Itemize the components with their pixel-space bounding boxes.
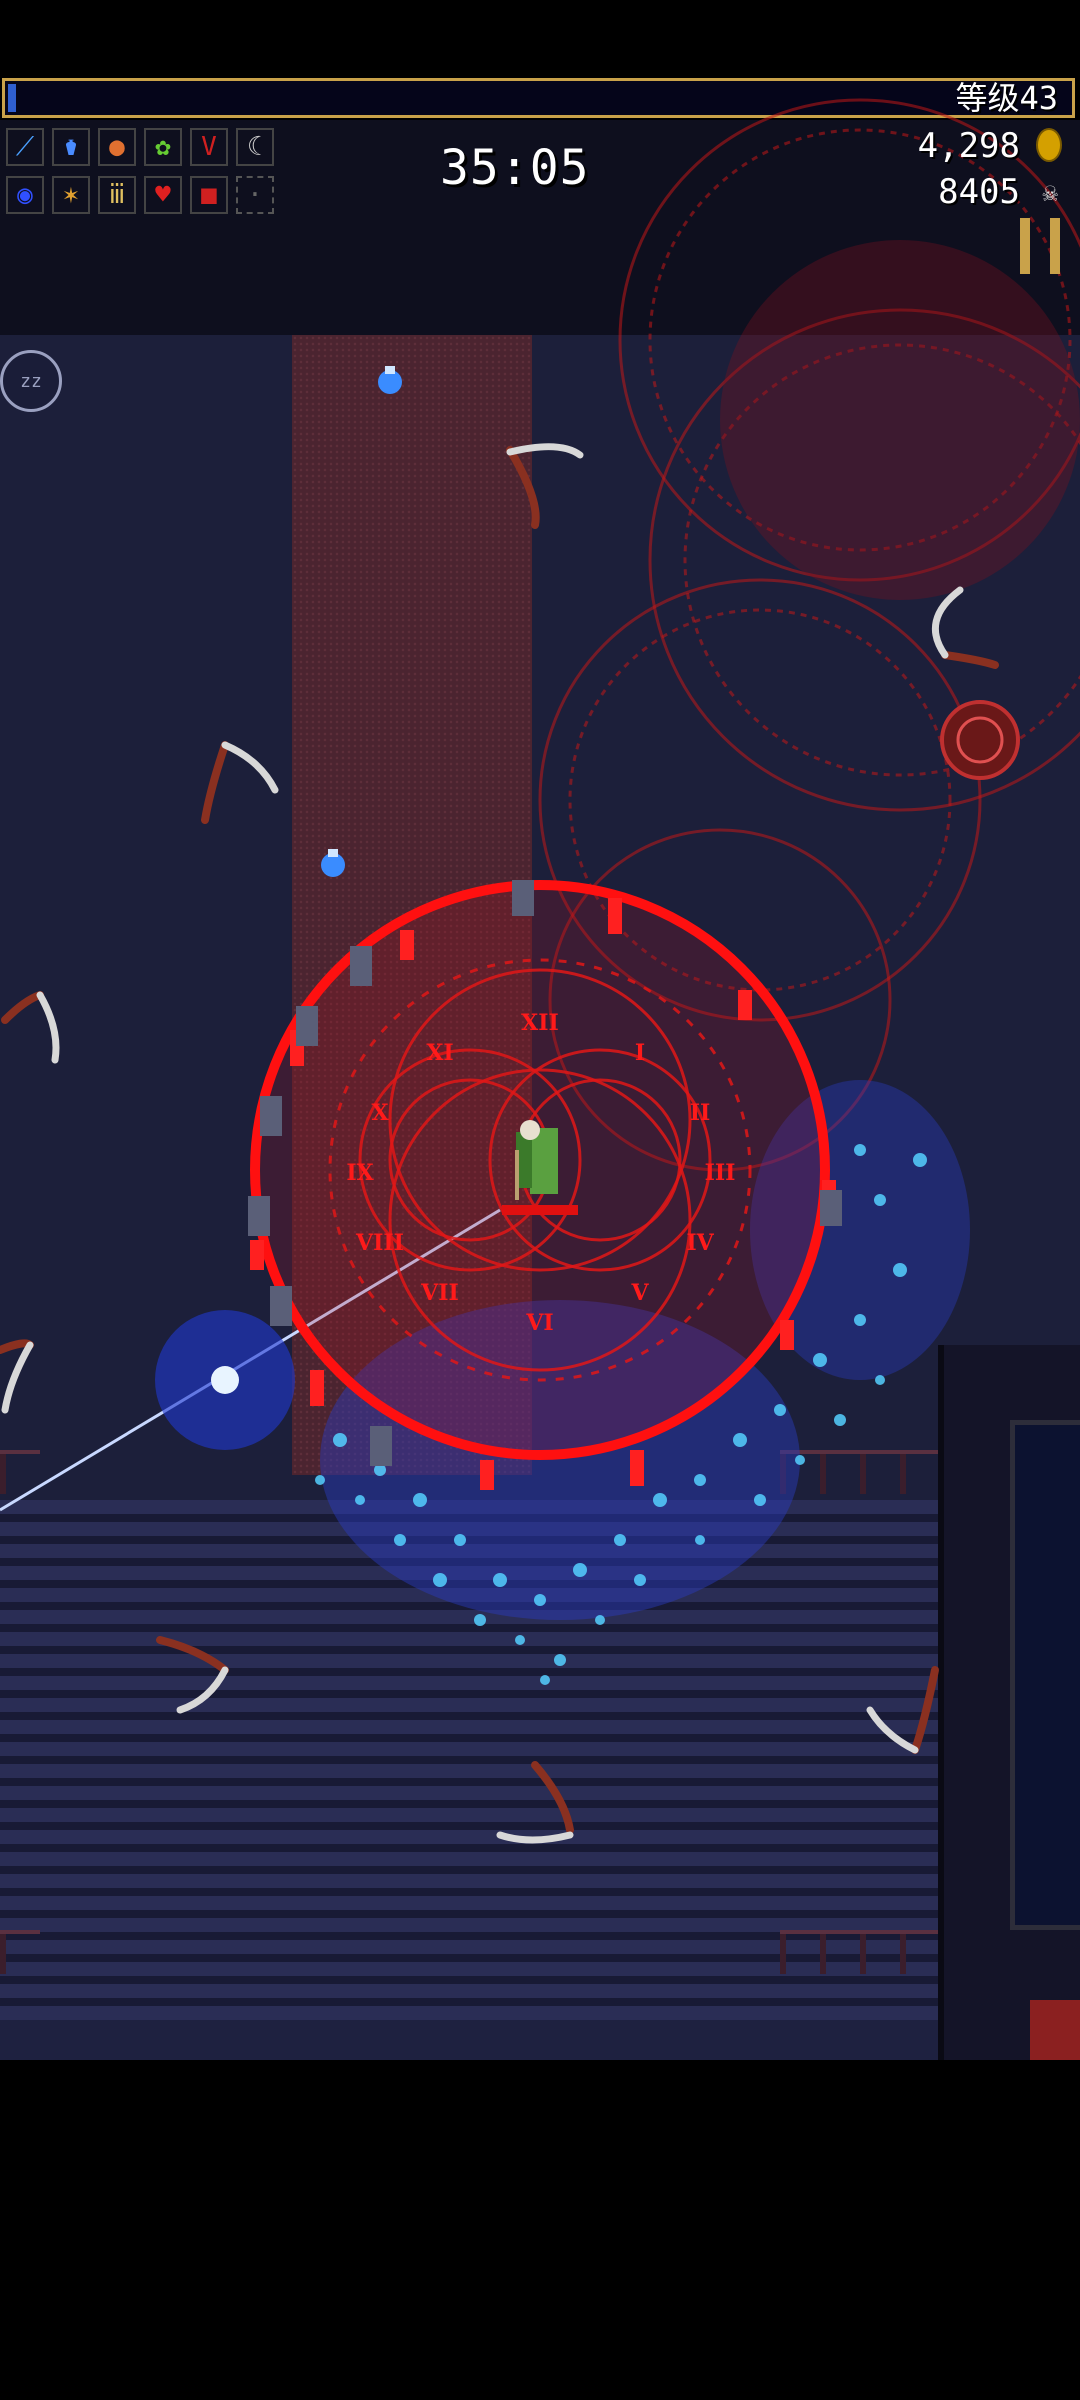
scythe-3 (201, 741, 279, 824)
effects-layer: XIIIII IIIIVV VIVIIVIII IXXXI (0, 98, 1080, 1844)
svg-text:III: III (705, 1160, 736, 1186)
spellbinder-icon: V (190, 128, 228, 166)
auto-aim-toggle-button[interactable]: zz (0, 350, 62, 412)
pummarola-icon: ✶ (52, 176, 90, 214)
scythe-4 (1, 991, 60, 1064)
survival-timer: 35:05 (440, 140, 590, 196)
svg-text:V: V (630, 1280, 649, 1306)
player-character (515, 1120, 558, 1200)
svg-text:XI: XI (426, 1040, 453, 1066)
scythe-5 (0, 1339, 34, 1414)
weapon-slots-row: ⟋ ⚱ ● ✿ V ☾ (6, 128, 274, 166)
svg-text:VI: VI (525, 1310, 553, 1336)
scythe-6 (156, 1636, 229, 1714)
blue-potion-pickup-2 (321, 849, 345, 877)
scythe-8 (866, 1666, 939, 1754)
svg-text:II: II (690, 1100, 711, 1126)
svg-text:X: X (371, 1100, 389, 1126)
magic-wand-icon: ⟋ (6, 128, 44, 166)
fire-wand-icon: ● (98, 128, 136, 166)
garlic-icon: ✿ (144, 128, 182, 166)
svg-text:VIII: VIII (355, 1230, 404, 1256)
skull-icon: ☠ (1042, 178, 1058, 208)
svg-text:IX: IX (346, 1160, 374, 1186)
player-health-bar (502, 1205, 578, 1215)
gold-counter: 4,298 (917, 126, 1020, 166)
death-spiral-icon: ☾ (236, 128, 274, 166)
svg-text:I: I (635, 1040, 645, 1066)
blue-potion-pickup (378, 366, 402, 394)
red-aura (720, 240, 1080, 600)
gold-coin-icon (1036, 128, 1062, 162)
kill-counter: 8405 (938, 172, 1020, 212)
pause-bar-left (1020, 218, 1030, 274)
scythe-7 (496, 1761, 574, 1844)
scythe-1 (506, 443, 584, 529)
empty-slot-icon: · (236, 176, 274, 214)
svg-text:XII: XII (521, 1010, 559, 1036)
santa-water-icon: ⚱ (52, 128, 90, 166)
orb-icon: ◉ (6, 176, 44, 214)
svg-text:IV: IV (686, 1230, 714, 1256)
pause-button[interactable] (1020, 218, 1060, 274)
scythe-2 (931, 586, 999, 669)
hollow-heart-icon: ♥ (144, 176, 182, 214)
svg-text:VII: VII (420, 1280, 459, 1306)
pentagram-icon (940, 700, 1020, 780)
passive-slots-row: ◉ ✶ ⅲ ♥ ■ · (6, 176, 274, 214)
armor-icon: ■ (190, 176, 228, 214)
pause-bar-right (1050, 218, 1060, 274)
candelabrador-icon: ⅲ (98, 176, 136, 214)
